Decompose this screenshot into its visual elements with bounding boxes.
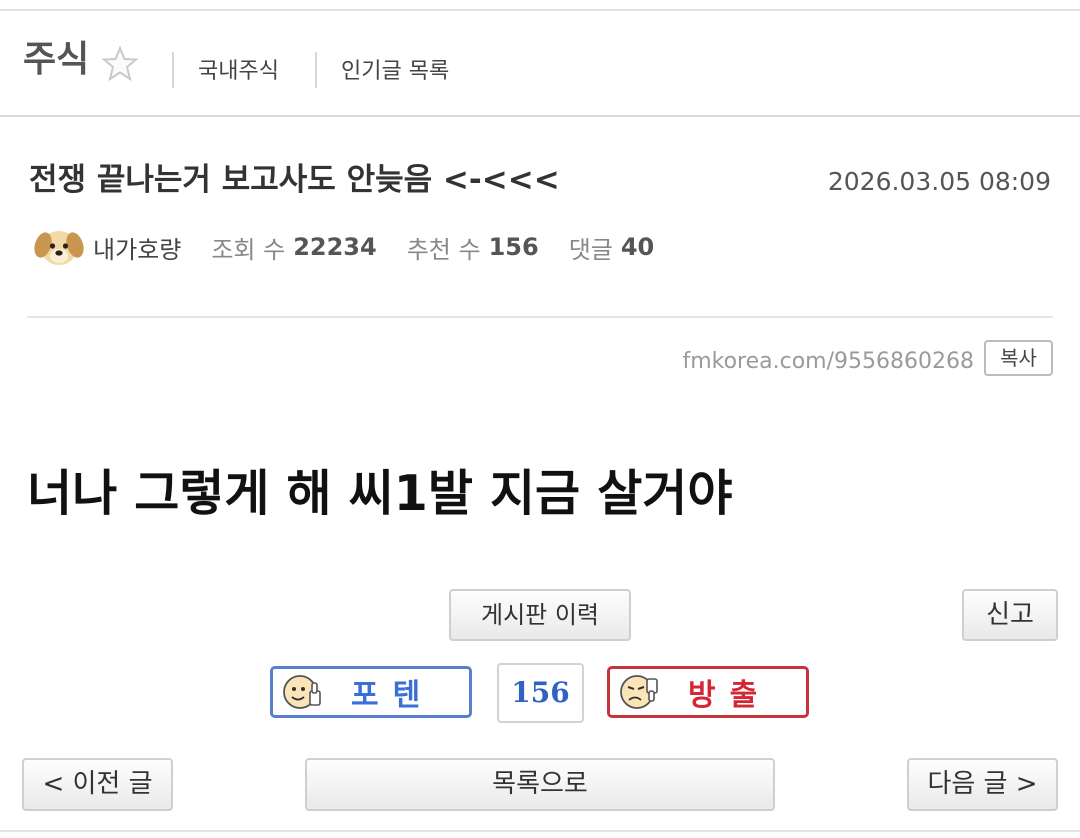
previous-post-button[interactable]: < 이전 글 [22, 758, 173, 811]
upvote-button[interactable]: 포텐 [270, 666, 472, 718]
vote-count: 156 [497, 663, 584, 723]
board-title[interactable]: 주식 [23, 38, 89, 82]
nav-separator [315, 52, 317, 88]
upvote-label: 포텐 [351, 678, 435, 713]
board-header: 주식 국내주식 인기글 목록 [0, 11, 1080, 117]
post-meta: 내가호량 조회 수 22234 추천 수 156 댓글 40 [33, 222, 684, 272]
star-outline-icon[interactable] [100, 44, 140, 84]
back-to-list-button[interactable]: 목록으로 [305, 758, 775, 811]
bottom-divider [0, 830, 1080, 832]
nav-popular-list[interactable]: 인기글 목록 [341, 58, 449, 86]
post-date: 2026.03.05 08:09 [827, 167, 1051, 196]
views-label: 조회 수 [211, 235, 286, 264]
comments-label: 댓글 [568, 235, 613, 264]
author-name[interactable]: 내가호량 [93, 230, 181, 265]
post-title: 전쟁 끝나는거 보고사도 안늦음 <-<<< [29, 162, 560, 198]
recommend-label: 추천 수 [406, 235, 481, 264]
meta-divider [27, 316, 1053, 318]
post-body: 너나 그렇게 해 씨1발 지금 살거야 [27, 465, 733, 522]
next-post-button[interactable]: 다음 글 > [907, 758, 1058, 811]
thumbs-up-face-icon [283, 675, 321, 709]
downvote-label: 방출 [688, 678, 772, 713]
downvote-button[interactable]: 방출 [607, 666, 809, 718]
board-history-button[interactable]: 게시판 이력 [449, 589, 631, 641]
comments-count[interactable]: 40 [621, 233, 654, 261]
post-url: fmkorea.com/9556860268 [682, 349, 974, 374]
copy-url-button[interactable]: 복사 [984, 340, 1053, 376]
nav-separator [172, 52, 174, 88]
puppy-avatar-icon[interactable] [33, 221, 85, 273]
thumbs-down-face-icon [620, 675, 658, 709]
recommend-count: 156 [488, 233, 539, 261]
nav-domestic-stock[interactable]: 국내주식 [198, 58, 279, 86]
report-button[interactable]: 신고 [962, 589, 1058, 641]
views-count: 22234 [293, 233, 377, 261]
